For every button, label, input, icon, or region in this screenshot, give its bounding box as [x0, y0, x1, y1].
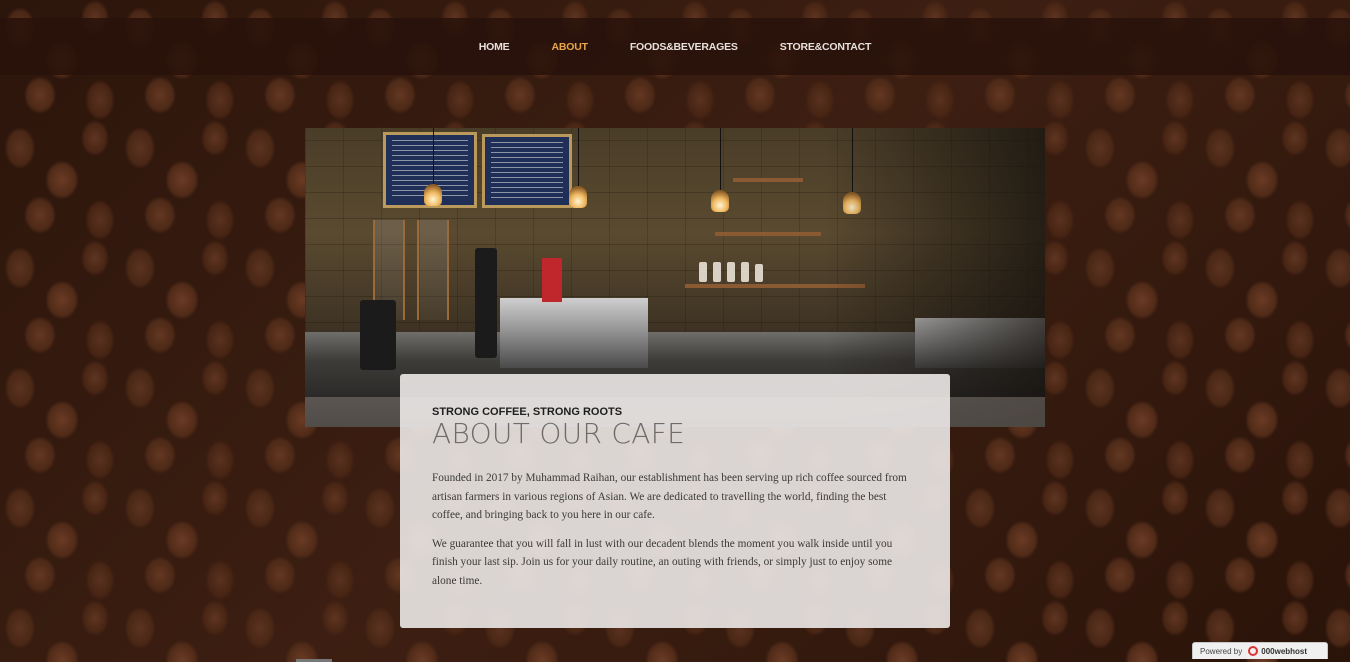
espresso-machine	[500, 298, 648, 368]
main-navbar: HOME ABOUT FOODS&BEVERAGES STORE&CONTACT	[0, 18, 1350, 75]
nav-store-contact-link[interactable]: STORE&CONTACT	[780, 41, 872, 53]
nav-about-link[interactable]: ABOUT	[551, 41, 588, 53]
badge-prefix: Powered by	[1200, 646, 1243, 656]
pendant-lamp	[711, 190, 729, 212]
about-card: Strong Coffee, Strong Roots About Our Ca…	[400, 374, 950, 628]
pendant-lamp	[569, 186, 587, 208]
about-paragraph-1: Founded in 2017 by Muhammad Raihan, our …	[432, 472, 907, 522]
coffee-grinder	[475, 248, 497, 358]
000webhost-logo-icon	[1248, 646, 1259, 656]
menu-board-right	[482, 134, 572, 208]
nav-foods-beverages-link[interactable]: FOODS&BEVERAGES	[630, 41, 738, 53]
powered-by-badge[interactable]: Powered by 000webhost	[1192, 642, 1328, 659]
badge-brand: 000webhost	[1261, 646, 1308, 656]
coffee-grinder	[360, 300, 396, 370]
cold-brew-tower	[417, 220, 449, 320]
about-paragraph-2: We guarantee that you will fall in lust …	[432, 537, 893, 587]
nav-home-link[interactable]: HOME	[479, 41, 510, 53]
red-grinder	[542, 258, 562, 302]
page-title: About Our Cafe	[432, 417, 686, 450]
pendant-lamp	[424, 184, 442, 206]
wall-shelf	[733, 178, 803, 182]
wall-shelf	[715, 232, 821, 236]
